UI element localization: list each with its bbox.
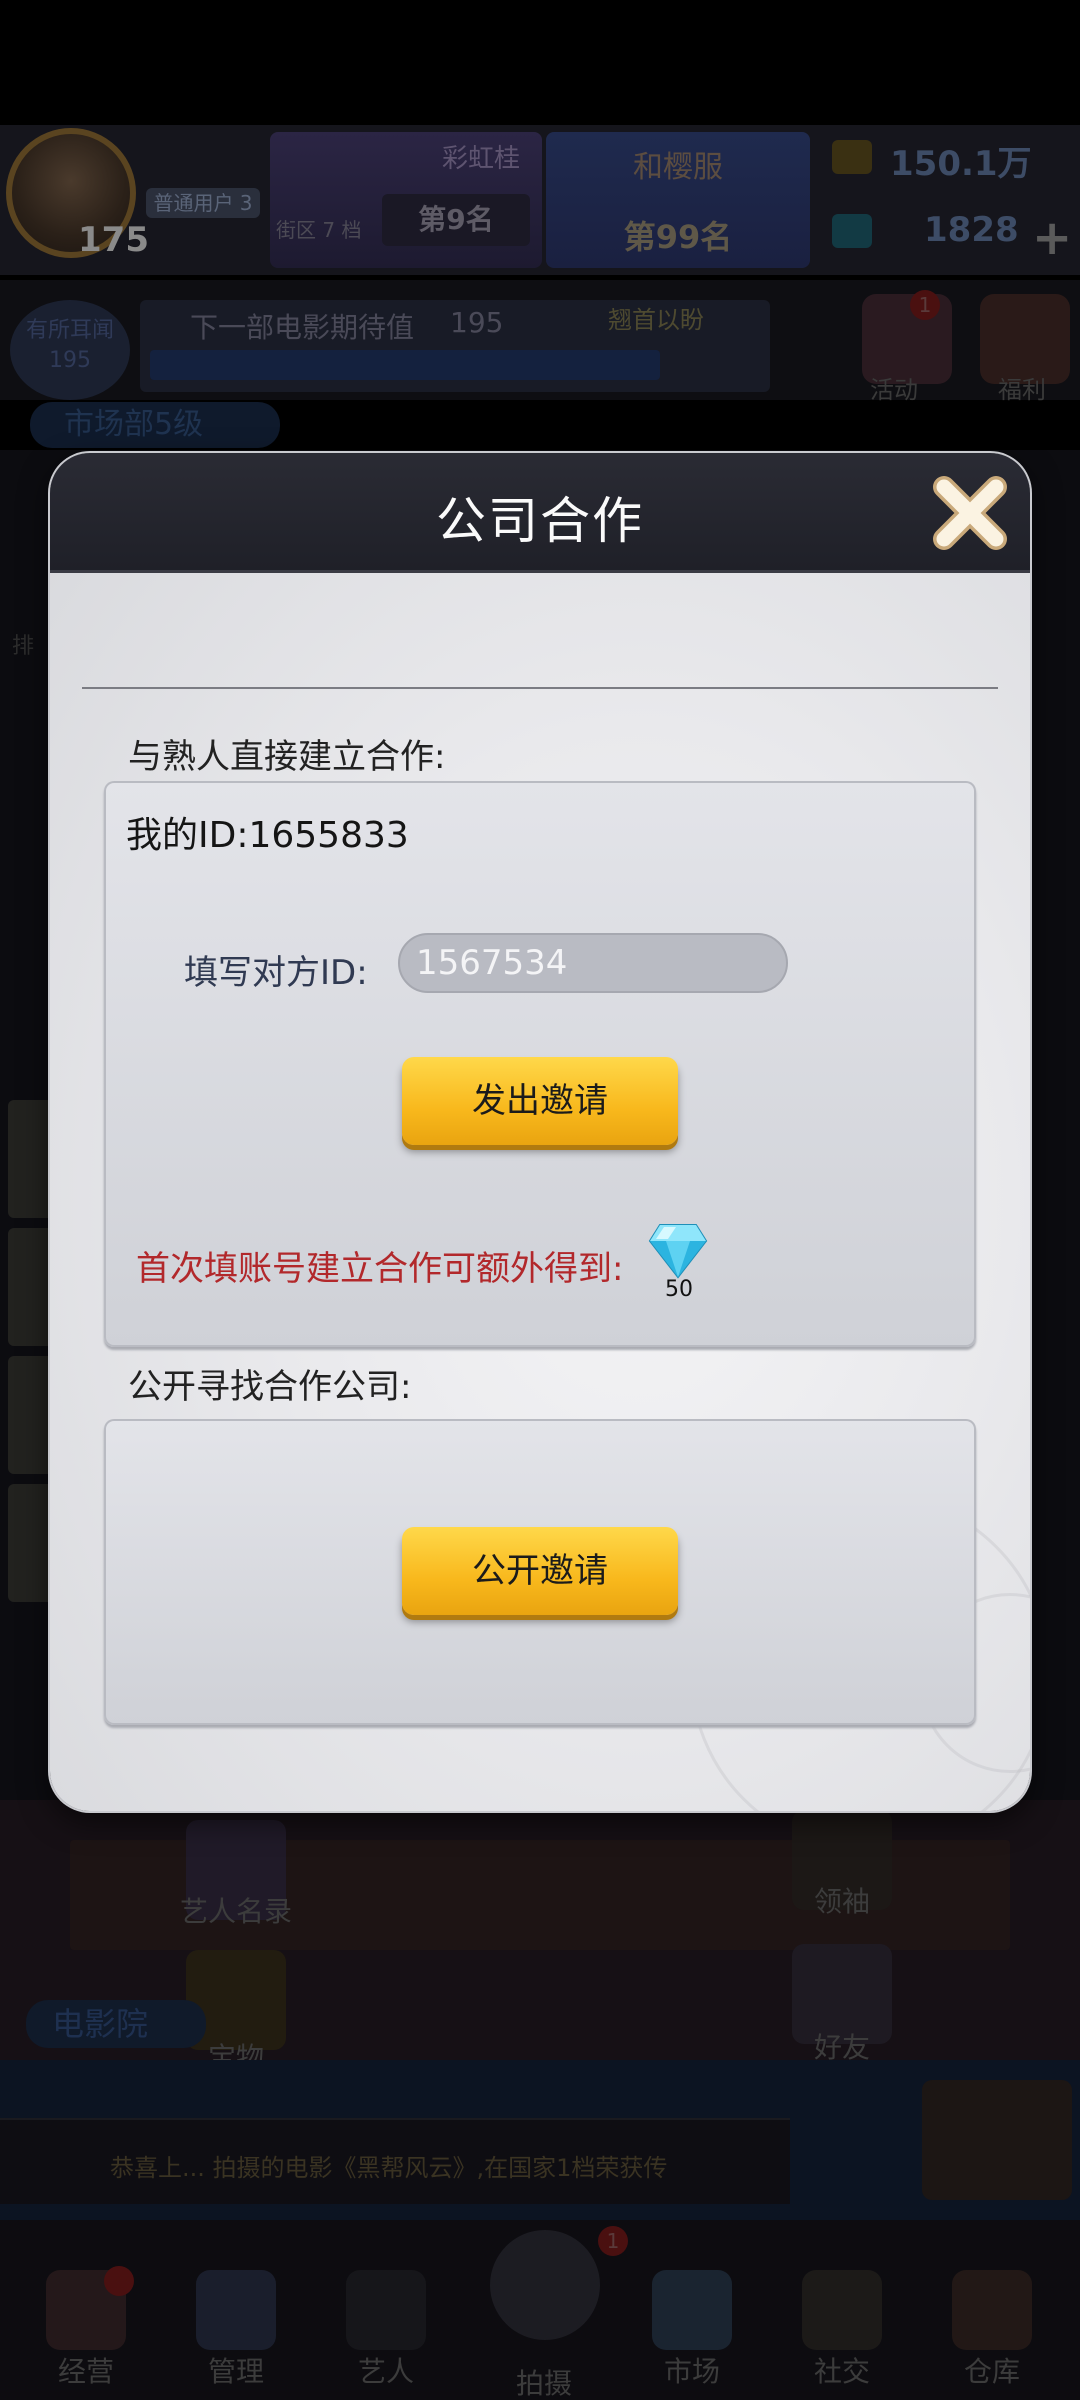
close-icon <box>933 476 1007 550</box>
artist-list-label: 艺人名录 <box>179 1895 292 1928</box>
leader-label: 领袖 <box>813 1885 870 1918</box>
diamond-icon <box>832 214 872 248</box>
activity-badge: 1 <box>910 290 940 320</box>
rank-card-district-label: 街区 7 档 <box>276 218 362 242</box>
activity-label: 活动 <box>870 376 918 404</box>
nav-artist: 艺人 <box>357 2355 414 2388</box>
rank-card-name: 彩虹桂 <box>441 144 520 174</box>
gold-icon <box>832 140 872 174</box>
expectation-badge: 有所耳闻 195 <box>10 300 130 400</box>
manage-icon <box>196 2270 276 2350</box>
send-invite-button[interactable]: 发出邀请 <box>402 1057 678 1145</box>
shoot-badge: 1 <box>598 2226 628 2256</box>
my-id-text: 我的ID:1655833 <box>126 815 409 856</box>
welfare-label: 福利 <box>998 376 1046 404</box>
movie-bar-fill <box>150 350 660 380</box>
nav-business: 经营 <box>57 2355 114 2388</box>
artist-thumb <box>8 1484 54 1602</box>
close-button[interactable] <box>930 473 1010 553</box>
gold-amount: 150.1万 <box>890 144 1032 184</box>
rank-card-name: 和樱服 <box>633 150 723 185</box>
nav-warehouse: 仓库 <box>963 2355 1020 2388</box>
nav-social: 社交 <box>813 2355 870 2388</box>
movie-bar-value: 195 <box>450 306 504 339</box>
shoot-icon <box>490 2230 600 2340</box>
partner-id-label: 填写对方ID: <box>184 953 368 993</box>
artist-thumb <box>8 1356 54 1474</box>
player-tag: 普通用户 3 <box>146 188 260 218</box>
movie-bar-text: 下一部电影期待值 <box>190 311 415 344</box>
warehouse-icon <box>952 2270 1032 2350</box>
news-ticker-text: 恭喜上... 拍摄的电影《黑帮风云》,在国家1档荣获传 <box>110 2154 668 2182</box>
rank-card-global: 和樱服 第99名 <box>546 132 810 268</box>
add-currency-icon: + <box>1032 210 1073 266</box>
first-bonus-text: 首次填账号建立合作可额外得到: <box>136 1249 624 1289</box>
direct-cooperation-label: 与熟人直接建立合作: <box>128 737 446 777</box>
rank-card-rank: 第99名 <box>623 218 733 256</box>
dialog-header: 公司合作 <box>50 453 1030 573</box>
department-tag: 市场部5级 <box>30 402 280 448</box>
artist-thumb <box>8 1100 54 1218</box>
market-icon <box>652 2270 732 2350</box>
assistant-character <box>922 2080 1072 2200</box>
business-badge <box>104 2266 134 2296</box>
artist-thumb <box>8 1228 54 1346</box>
nav-manage: 管理 <box>207 2355 264 2388</box>
rank-card-rank: 第9名 <box>382 194 530 246</box>
dialog-divider <box>82 687 998 689</box>
expectation-value: 195 <box>49 348 91 373</box>
rank-card-district: 彩虹桂 街区 7 档 第9名 <box>270 132 542 268</box>
public-cooperation-label: 公开寻找合作公司: <box>128 1367 412 1407</box>
diamond-amount: 1828 <box>924 210 1019 250</box>
movie-bar-hint: 翘首以盼 <box>608 306 704 334</box>
movie-expectation-bar: 下一部电影期待值 195 翘首以盼 <box>140 300 770 392</box>
public-invite-button[interactable]: 公开邀请 <box>402 1527 678 1615</box>
bonus-amount: 50 <box>665 1277 693 1302</box>
cinema-tag: 电影院 <box>26 2000 206 2048</box>
social-icon <box>802 2270 882 2350</box>
expectation-label: 有所耳闻 <box>25 318 114 343</box>
company-cooperation-dialog: 公司合作 与熟人直接建立合作: 我的ID:1655833 填写对方ID: 发出邀… <box>50 453 1030 1811</box>
nav-shoot: 拍摄 <box>515 2367 572 2400</box>
diamond-icon <box>648 1224 708 1279</box>
partner-id-input[interactable] <box>398 933 788 993</box>
artist-icon <box>346 2270 426 2350</box>
nav-market: 市场 <box>663 2355 720 2388</box>
dialog-title: 公司合作 <box>436 492 644 550</box>
news-ticker: 恭喜上... 拍摄的电影《黑帮风云》,在国家1档荣获传 <box>0 2118 790 2204</box>
player-level: 175 <box>78 220 149 260</box>
status-bar-area <box>0 0 1080 125</box>
